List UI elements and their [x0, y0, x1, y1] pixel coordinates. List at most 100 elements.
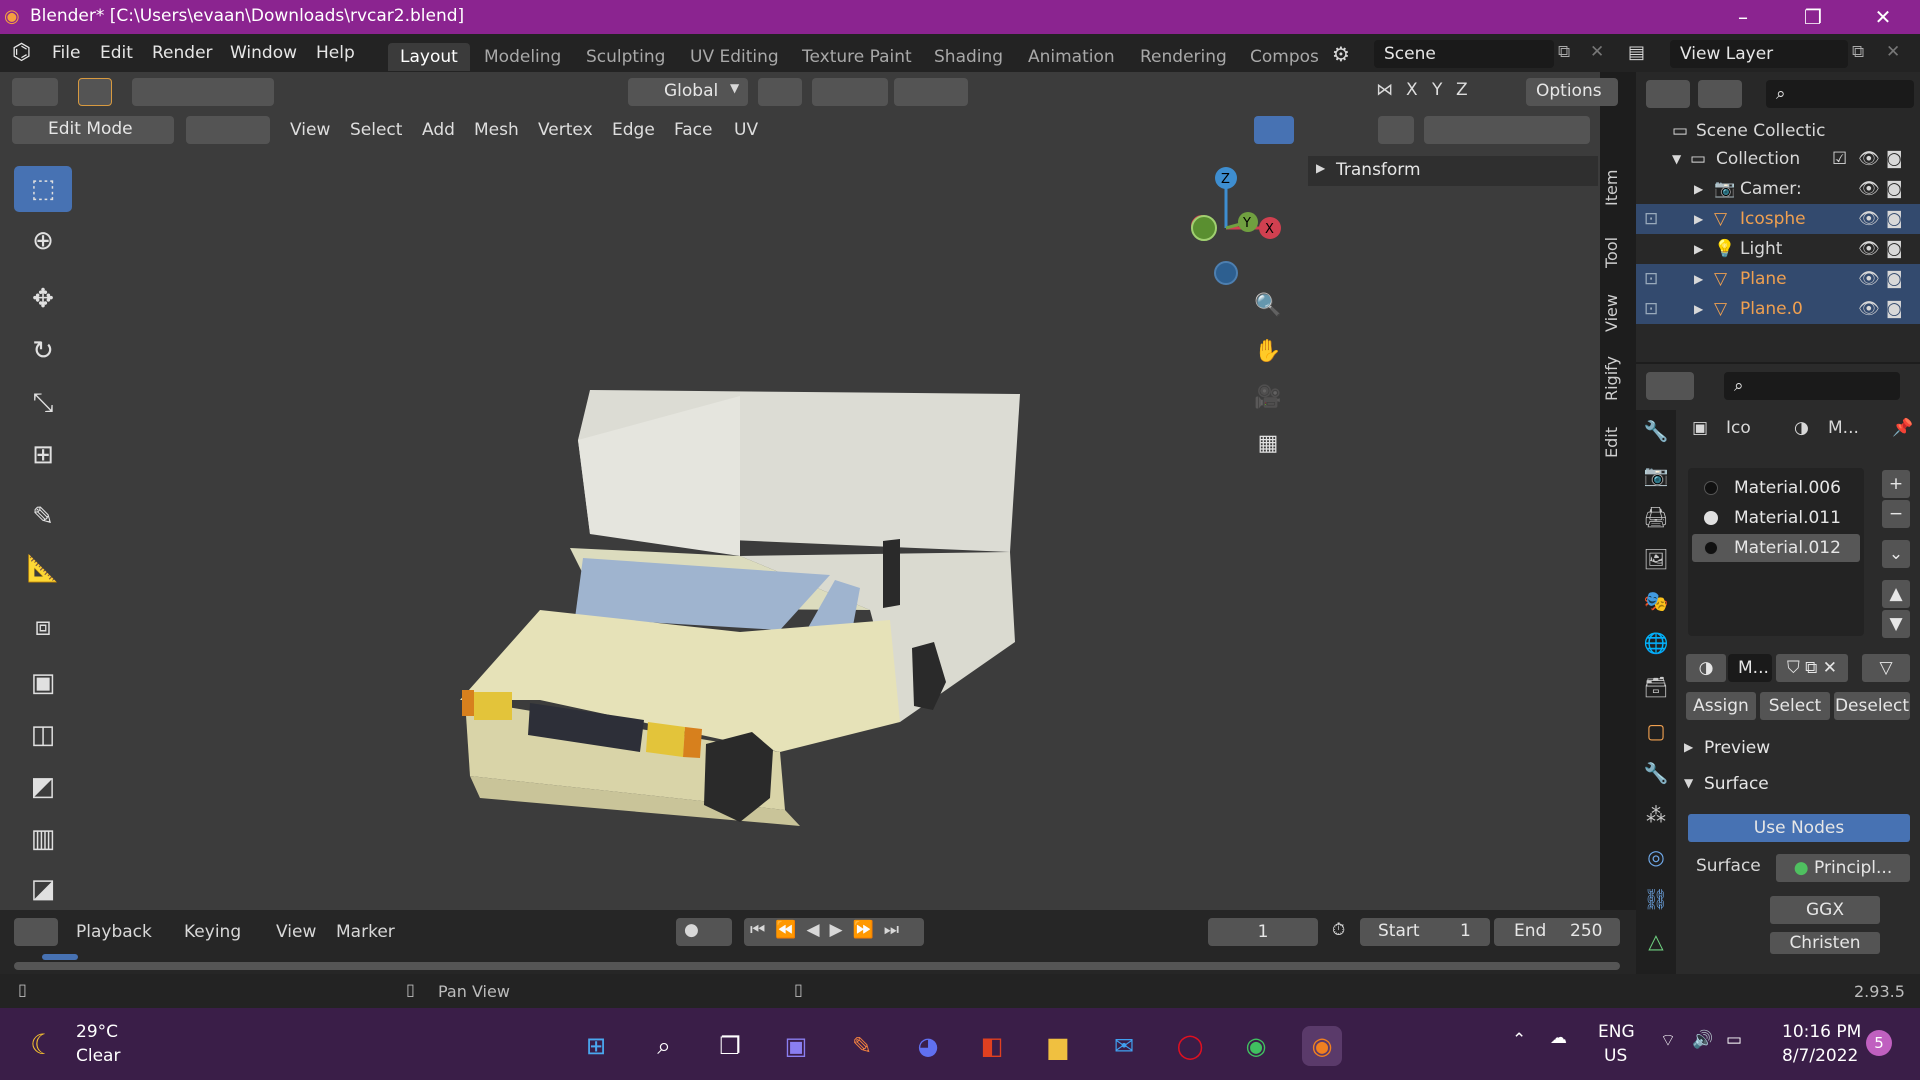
camera-render-icon[interactable]: ◙	[1886, 174, 1903, 204]
collection-properties-icon[interactable]: 🗃	[1636, 666, 1676, 708]
blender-taskbar-icon[interactable]: ◉	[1302, 1026, 1342, 1066]
timeline-editor-type[interactable]	[14, 918, 58, 946]
material-slot[interactable]: Material.006	[1692, 474, 1860, 502]
outliner-collection[interactable]: ▼ ▭ Collection ☑ 👁 ◙	[1636, 144, 1920, 174]
notification-badge[interactable]: 5	[1866, 1030, 1892, 1056]
region-label[interactable]: US	[1604, 1046, 1627, 1066]
outliner-search-input[interactable]: ⌕	[1766, 80, 1914, 108]
deselect-button[interactable]: Deselect	[1834, 692, 1910, 720]
annotate-tool[interactable]: ✎	[14, 494, 72, 540]
outliner-display-mode[interactable]	[1646, 80, 1690, 108]
inset-tool[interactable]: ◫	[14, 712, 72, 758]
material-slot[interactable]: Material.011	[1692, 504, 1860, 532]
current-frame-field[interactable]: 1	[1208, 918, 1318, 946]
new-view-layer-icon[interactable]: ⧉	[1852, 42, 1864, 62]
outliner-filter[interactable]	[1698, 80, 1742, 108]
chat-icon[interactable]: ▣	[776, 1026, 816, 1066]
menu-select[interactable]: Select	[350, 120, 402, 140]
delete-scene-icon[interactable]: ✕	[1590, 42, 1604, 62]
mode-dropdown[interactable]: Edit Mode	[12, 116, 174, 144]
menu-help[interactable]: Help	[316, 43, 355, 63]
camera-render-icon[interactable]: ◙	[1886, 294, 1903, 324]
outliner-scene-collection[interactable]: ▭ Scene Collectic	[1636, 116, 1920, 146]
use-nodes-button[interactable]: Use Nodes	[1688, 814, 1910, 842]
menu-file[interactable]: File	[52, 43, 80, 63]
assign-button[interactable]: Assign	[1686, 692, 1756, 720]
menu-face[interactable]: Face	[674, 120, 712, 140]
subsurface-method-dropdown[interactable]: Christen	[1770, 932, 1880, 954]
start-frame-field[interactable]: Start 1	[1360, 918, 1490, 946]
checkbox-icon[interactable]: ☑	[1832, 144, 1847, 174]
tool-properties-icon[interactable]: 🔧	[1636, 410, 1676, 452]
cursor-tool[interactable]: ⊕	[14, 218, 72, 264]
extrude-tool[interactable]: ▣	[14, 660, 72, 706]
sidetab-edit[interactable]: Edit	[1602, 418, 1628, 468]
tab-modeling[interactable]: Modeling	[472, 43, 573, 71]
file-explorer-icon[interactable]: ▆	[1038, 1026, 1078, 1066]
tab-texture-paint[interactable]: Texture Paint	[790, 43, 924, 71]
remove-slot-button[interactable]: −	[1882, 500, 1910, 528]
clock-date[interactable]: 8/7/2022	[1782, 1046, 1858, 1066]
moon-weather-icon[interactable]: ☾	[30, 1028, 55, 1061]
pan-hand-icon[interactable]: ✋	[1248, 332, 1288, 372]
material-name-field[interactable]: M...	[1728, 654, 1772, 682]
slot-specials-button[interactable]: ⌄	[1882, 540, 1910, 568]
material-slot[interactable]: Material.012	[1692, 534, 1860, 562]
eye-icon[interactable]: 👁	[1858, 174, 1880, 204]
sidetab-item[interactable]: Item	[1602, 158, 1628, 218]
rv-car-model[interactable]	[440, 380, 1040, 850]
menu-window[interactable]: Window	[230, 43, 297, 63]
outliner-item[interactable]: ⊡ ▶ ▽ Plane 👁 ◙	[1636, 264, 1920, 294]
timeline-menu-playback[interactable]: Playback	[76, 922, 152, 942]
proportional-edit-toggle[interactable]	[894, 78, 968, 106]
material-link-dropdown[interactable]: ▽	[1862, 654, 1910, 682]
battery-icon[interactable]: ▭	[1726, 1030, 1742, 1050]
delete-view-layer-icon[interactable]: ✕	[1886, 42, 1900, 62]
add-slot-button[interactable]: +	[1882, 470, 1910, 498]
preview-section[interactable]: ▶ Preview	[1684, 734, 1914, 764]
auto-keying-toggle[interactable]: ●	[676, 918, 732, 946]
add-cube-tool[interactable]: ⧈	[14, 604, 72, 650]
tab-layout[interactable]: Layout	[388, 43, 470, 71]
view-layer-properties-icon[interactable]: 🖼	[1636, 538, 1676, 580]
office-icon[interactable]: ◧	[972, 1026, 1012, 1066]
view-layer-field[interactable]: View Layer	[1670, 40, 1848, 68]
loop-cut-tool[interactable]: ▥	[14, 816, 72, 862]
tab-animation[interactable]: Animation	[1016, 43, 1127, 71]
playback-controls[interactable]: ⏮⏪◀▶⏩⏭	[744, 918, 924, 946]
selection-mode-group[interactable]	[132, 78, 274, 106]
axis-y-toggle[interactable]: Y	[1432, 80, 1442, 100]
menu-uv[interactable]: UV	[734, 120, 758, 140]
camera-view-icon[interactable]: 🎥	[1248, 378, 1288, 418]
mail-icon[interactable]: ✉	[1104, 1026, 1144, 1066]
menu-edge[interactable]: Edge	[612, 120, 655, 140]
sidetab-view[interactable]: View	[1602, 286, 1628, 340]
search-icon[interactable]: ⌕	[644, 1026, 684, 1066]
properties-editor-type[interactable]	[1646, 372, 1694, 400]
zoom-icon[interactable]: 🔍	[1248, 286, 1288, 326]
material-browse-button[interactable]: ◑	[1686, 654, 1726, 682]
select-tool-button[interactable]	[78, 78, 112, 106]
particles-properties-icon[interactable]: ⁂	[1636, 794, 1676, 836]
knife-tool[interactable]: ◪	[14, 866, 72, 912]
axis-x-toggle[interactable]: X	[1406, 80, 1418, 100]
timeline-menu-view[interactable]: View	[276, 922, 316, 942]
move-slot-up-button[interactable]: ▲	[1882, 580, 1910, 608]
modifier-properties-icon[interactable]: 🔧	[1636, 752, 1676, 794]
volume-icon[interactable]: 🔊	[1692, 1030, 1713, 1050]
view-layer-icon[interactable]: ▤	[1628, 42, 1645, 63]
surface-section[interactable]: ▼ Surface	[1684, 770, 1914, 800]
outliner-item[interactable]: ⊡ ▶ ▽ Plane.0 👁 ◙	[1636, 294, 1920, 324]
outliner-item[interactable]: ⊡ ▶ ▽ Icosphe 👁 ◙	[1636, 204, 1920, 234]
end-frame-field[interactable]: End 250	[1494, 918, 1620, 946]
surface-shader-field[interactable]: ● Principl...	[1776, 854, 1910, 882]
menu-vertex[interactable]: Vertex	[538, 120, 593, 140]
pivot-point-dropdown[interactable]	[758, 78, 802, 106]
opera-icon[interactable]: ◯	[1170, 1026, 1210, 1066]
playhead[interactable]	[42, 954, 78, 960]
navigation-gizmo[interactable]: Z X Y	[1160, 160, 1300, 290]
new-scene-icon[interactable]: ⧉	[1558, 42, 1570, 62]
camera-render-icon[interactable]: ◙	[1886, 204, 1903, 234]
menu-mesh[interactable]: Mesh	[474, 120, 519, 140]
tab-uv-editing[interactable]: UV Editing	[678, 43, 791, 71]
